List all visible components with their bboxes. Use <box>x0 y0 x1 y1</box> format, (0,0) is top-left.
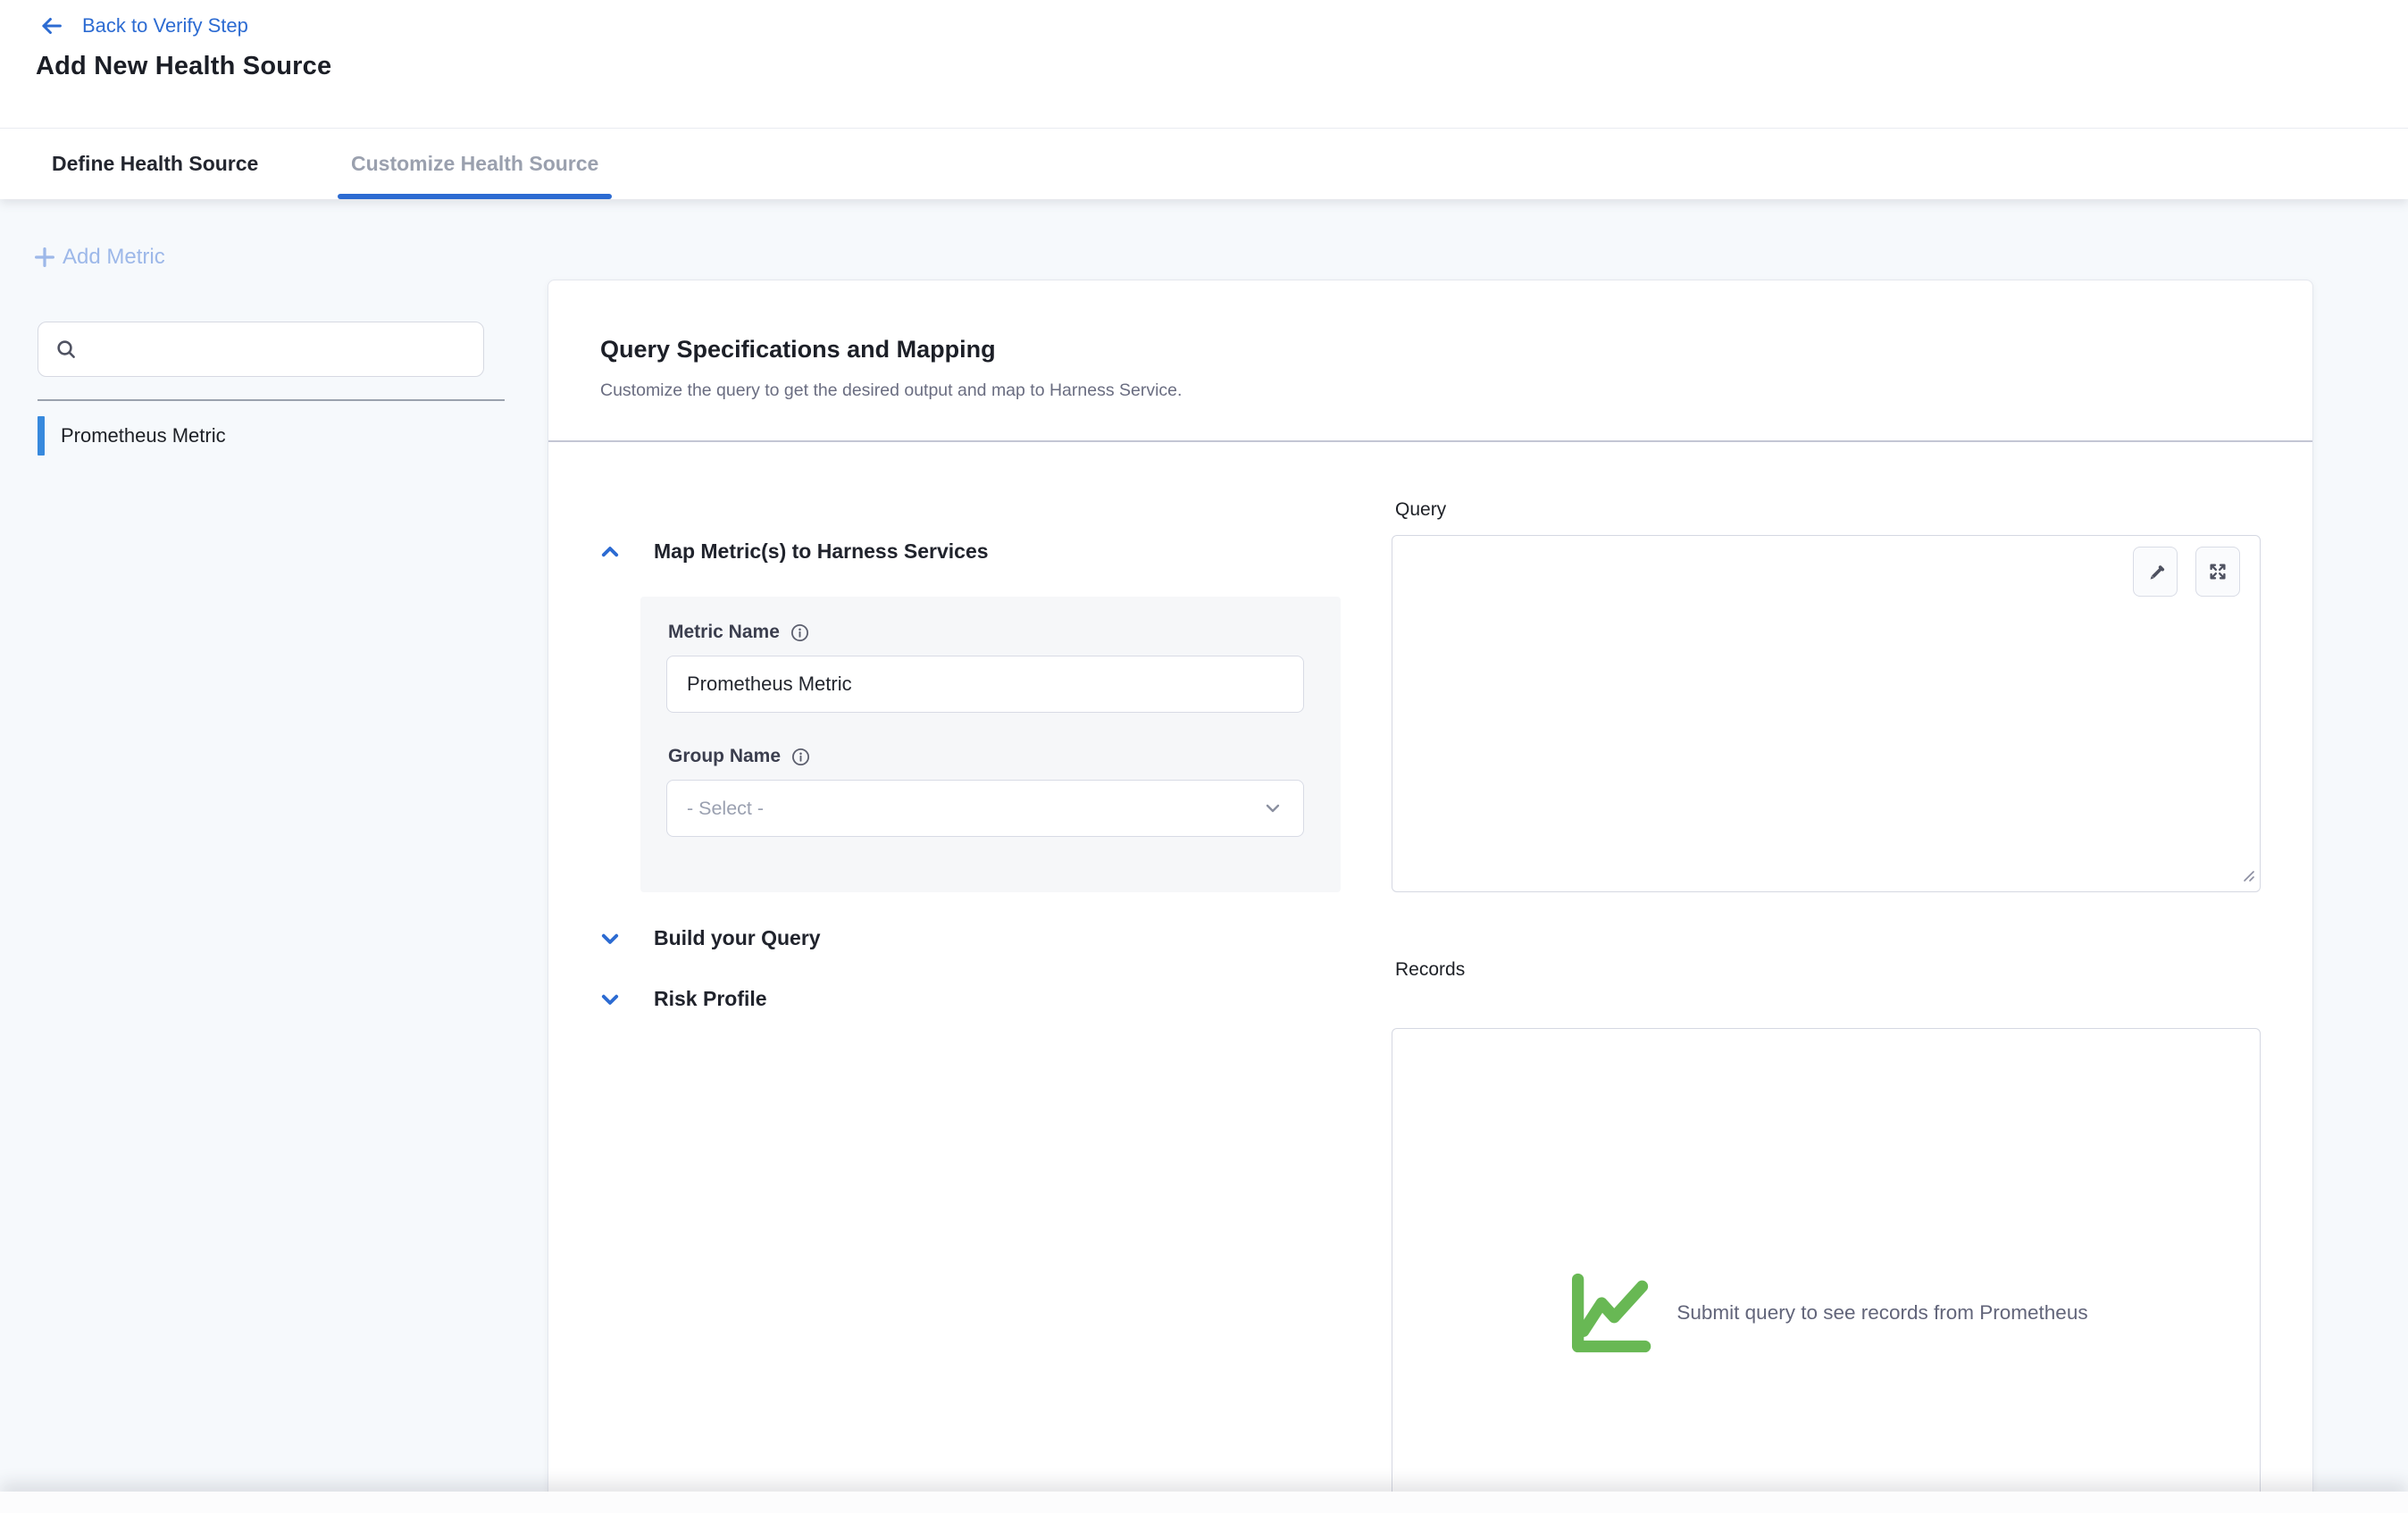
resize-grip-icon[interactable] <box>2236 863 2257 889</box>
group-name-placeholder: - Select - <box>687 798 764 820</box>
tab-define-label: Define Health Source <box>52 152 258 176</box>
group-name-select[interactable]: - Select - <box>666 780 1304 837</box>
map-metrics-panel: Metric Name Group Name <box>640 597 1341 892</box>
chevron-down-icon <box>1262 798 1283 819</box>
back-link-label: Back to Verify Step <box>82 14 248 38</box>
card-subtitle: Customize the query to get the desired o… <box>600 380 1182 401</box>
metric-search-box <box>38 322 484 377</box>
selected-indicator-bar <box>38 416 45 456</box>
query-textarea[interactable] <box>1392 536 2260 891</box>
query-label: Query <box>1395 499 1446 521</box>
line-chart-icon <box>1564 1268 1653 1358</box>
edit-query-button[interactable] <box>2133 547 2178 597</box>
search-icon <box>54 338 79 362</box>
section-risk-profile[interactable]: Risk Profile <box>598 987 767 1011</box>
page-title: Add New Health Source <box>36 52 331 81</box>
section-map-metrics-label: Map Metric(s) to Harness Services <box>654 539 989 564</box>
tab-define-health-source[interactable]: Define Health Source <box>38 128 272 199</box>
tab-customize-label: Customize Health Source <box>351 152 598 176</box>
records-empty-message: Submit query to see records from Prometh… <box>1676 1301 2087 1325</box>
pencil-icon <box>2144 560 2167 583</box>
info-icon[interactable] <box>790 623 809 642</box>
section-build-query[interactable]: Build your Query <box>598 926 821 950</box>
tab-customize-health-source[interactable]: Customize Health Source <box>338 128 612 199</box>
section-risk-profile-label: Risk Profile <box>654 987 767 1011</box>
query-specifications-card: Query Specifications and Mapping Customi… <box>548 280 2313 1496</box>
add-metric-button[interactable]: Add Metric <box>32 245 165 270</box>
records-panel: Submit query to see records from Prometh… <box>1392 1028 2261 1496</box>
records-label: Records <box>1395 959 1465 981</box>
search-input[interactable] <box>91 330 483 368</box>
metric-name-label: Metric Name <box>668 622 809 643</box>
chevron-up-icon <box>598 540 622 564</box>
card-title: Query Specifications and Mapping <box>600 336 996 364</box>
query-editor <box>1392 535 2261 892</box>
app-header: Back to Verify Step Add New Health Sourc… <box>0 0 2408 129</box>
back-link[interactable]: Back to Verify Step <box>38 13 248 39</box>
records-empty-state: Submit query to see records from Prometh… <box>1392 1268 2260 1358</box>
chevron-down-icon <box>598 988 622 1011</box>
metric-list-item[interactable]: Prometheus Metric <box>38 416 505 456</box>
expand-query-button[interactable] <box>2195 547 2240 597</box>
back-arrow-icon <box>38 13 64 39</box>
tabs-bar: Define Health Source Customize Health So… <box>0 128 2408 199</box>
metric-name-input[interactable] <box>666 656 1304 713</box>
bottom-sticky-bar-edge <box>0 1492 2408 1513</box>
metric-name-label-text: Metric Name <box>668 622 780 643</box>
group-name-label: Group Name <box>668 746 810 767</box>
sidebar-divider <box>38 399 505 401</box>
section-build-query-label: Build your Query <box>654 926 821 950</box>
metric-item-label: Prometheus Metric <box>61 424 226 447</box>
group-name-label-text: Group Name <box>668 746 781 767</box>
card-header-divider <box>548 440 2312 442</box>
plus-icon <box>32 245 57 270</box>
add-metric-label: Add Metric <box>63 245 165 270</box>
chevron-down-icon <box>598 927 622 950</box>
info-icon[interactable] <box>791 748 810 766</box>
screen: Back to Verify Step Add New Health Sourc… <box>0 0 2408 1513</box>
fullscreen-expand-icon <box>2206 560 2229 583</box>
section-map-metrics[interactable]: Map Metric(s) to Harness Services <box>598 539 989 564</box>
